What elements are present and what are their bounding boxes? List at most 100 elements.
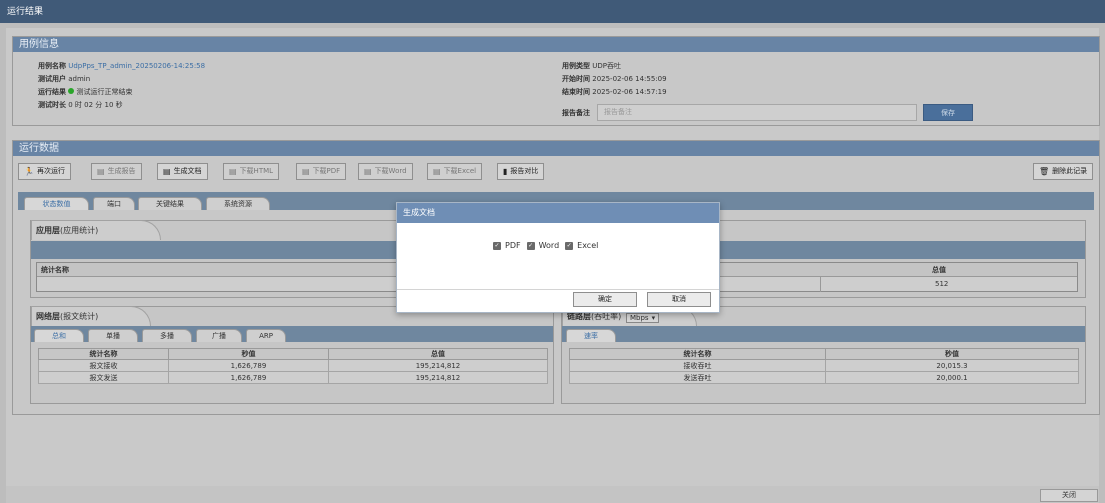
download-pdf-button[interactable]: ▤ 下载PDF xyxy=(296,163,347,180)
link-row-name: 接收吞吐 xyxy=(569,359,826,372)
checkbox-checked-icon: ✓ xyxy=(565,241,574,250)
tab-ports[interactable]: 端口 xyxy=(93,197,135,210)
net-row-name: 报文发送 xyxy=(38,371,169,384)
tab-link-rate[interactable]: 速率 xyxy=(566,329,616,342)
gen-report-button[interactable]: ▤ 生成报告 xyxy=(91,163,142,180)
net-col-name: 统计名称 xyxy=(38,348,169,360)
test-user-label: 测试用户 xyxy=(38,75,66,83)
download-excel-button[interactable]: ▤ 下载Excel xyxy=(427,163,483,180)
end-time-label: 结束时间 xyxy=(562,88,590,96)
case-info-header: 用例信息 xyxy=(13,37,1099,52)
delete-record-label: 删除此记录 xyxy=(1052,167,1088,175)
unit-select[interactable]: Mbps ▾ xyxy=(626,313,660,323)
case-type-value: UDP吞吐 xyxy=(592,62,621,70)
net-row-per-second: 1,626,789 xyxy=(168,371,329,384)
format-options: ✓ PDF ✓ Word ✓ Excel xyxy=(493,241,604,250)
remark-input[interactable]: 报告备注 xyxy=(597,104,917,121)
bar-chart-icon: ▮ xyxy=(503,167,508,176)
link-layer-title-text: 链路层 xyxy=(567,312,591,321)
app-total-value: 512 xyxy=(935,280,949,288)
link-col-name: 统计名称 xyxy=(569,348,826,360)
gen-doc-label: 生成文档 xyxy=(173,167,202,175)
ok-button[interactable]: 确定 xyxy=(573,292,637,307)
pdf-icon: ▤ xyxy=(302,167,310,176)
net-row-name: 报文接收 xyxy=(38,359,169,372)
tab-system-resources[interactable]: 系统资源 xyxy=(206,197,270,210)
app-layer-title: 应用层(应用统计) xyxy=(31,220,161,240)
start-time-label: 开始时间 xyxy=(562,75,590,83)
app-col-name: 统计名称 xyxy=(41,266,69,274)
app-layer-subtitle: (应用统计) xyxy=(60,226,99,235)
app-col-total: 总值 xyxy=(932,266,946,274)
compare-report-button[interactable]: ▮ 报告对比 xyxy=(497,163,545,180)
link-row-per-second: 20,015.3 xyxy=(825,359,1079,372)
end-time-value: 2025-02-06 14:57:19 xyxy=(592,88,667,96)
net-row-per-second: 1,626,789 xyxy=(168,359,329,372)
case-name-label: 用例名称 xyxy=(38,62,66,70)
word-checkbox[interactable]: ✓ Word xyxy=(526,241,560,250)
excel-icon: ▤ xyxy=(433,167,441,176)
tab-key-results[interactable]: 关键结果 xyxy=(138,197,202,210)
app-layer-title-text: 应用层 xyxy=(36,226,60,235)
table-row: 报文接收 1,626,789 195,214,812 xyxy=(38,359,548,372)
network-layer-title: 网络层(报文统计) xyxy=(31,306,151,326)
tab-status-values[interactable]: 状态数值 xyxy=(24,197,89,210)
tab-net-unicast[interactable]: 单播 xyxy=(88,329,138,342)
rerun-button[interactable]: 🏃 再次运行 xyxy=(18,163,71,180)
compare-report-label: 报告对比 xyxy=(510,167,539,175)
link-row-name: 发送吞吐 xyxy=(569,371,826,384)
excel-label: Excel xyxy=(577,241,599,250)
rerun-label: 再次运行 xyxy=(36,167,65,175)
delete-record-button[interactable]: 🗑 删除此记录 xyxy=(1033,163,1094,180)
generate-document-dialog: 生成文档 ✓ PDF ✓ Word ✓ Excel 确定 取消 xyxy=(396,202,720,313)
link-table: 统计名称 秒值 接收吞吐 20,015.3 发送吞吐 20,000.1 xyxy=(569,348,1079,384)
dialog-title: 生成文档 xyxy=(397,203,719,223)
duration-value: 0 时 02 分 10 秒 xyxy=(68,101,123,109)
chevron-down-icon: ▾ xyxy=(651,314,656,322)
save-button[interactable]: 保存 xyxy=(923,104,973,121)
gen-doc-button[interactable]: ▤ 生成文档 xyxy=(157,163,208,180)
table-row: 接收吞吐 20,015.3 xyxy=(569,359,1079,372)
network-layer-title-text: 网络层 xyxy=(36,312,60,321)
tab-net-total[interactable]: 总和 xyxy=(34,329,84,342)
word-label: Word xyxy=(538,241,560,250)
net-row-total: 195,214,812 xyxy=(328,359,548,372)
net-col-per-second: 秒值 xyxy=(168,348,329,360)
report-icon: ▤ xyxy=(97,167,105,176)
test-user-value: admin xyxy=(68,75,91,83)
trash-icon: 🗑 xyxy=(1039,167,1050,176)
case-type-label: 用例类型 xyxy=(562,62,590,70)
start-time-value: 2025-02-06 14:55:09 xyxy=(592,75,667,83)
doc-icon: ▤ xyxy=(163,167,171,176)
network-table: 统计名称 秒值 总值 报文接收 1,626,789 195,214,812 报文… xyxy=(38,348,548,384)
link-col-per-second: 秒值 xyxy=(825,348,1079,360)
tab-net-broadcast[interactable]: 广播 xyxy=(196,329,242,342)
cancel-button[interactable]: 取消 xyxy=(647,292,711,307)
link-layer-subtitle: (吞吐率) xyxy=(591,312,622,321)
checkbox-checked-icon: ✓ xyxy=(526,241,535,250)
table-row: 发送吞吐 20,000.1 xyxy=(569,371,1079,384)
pdf-checkbox[interactable]: ✓ PDF xyxy=(493,241,521,250)
run-result-label: 运行结果 xyxy=(38,88,66,96)
tab-net-arp[interactable]: ARP xyxy=(246,329,286,342)
close-button[interactable]: 关闭 xyxy=(1040,489,1098,502)
run-icon: 🏃 xyxy=(24,167,34,176)
case-info-left: 用例名称 UdpPps_TP_admin_20250206-14:25:58 测… xyxy=(38,60,205,112)
download-word-button[interactable]: ▤ 下载Word xyxy=(358,163,413,180)
download-pdf-label: 下载PDF xyxy=(312,167,341,175)
gen-report-label: 生成报告 xyxy=(107,167,136,175)
html-icon: ▤ xyxy=(229,167,237,176)
window-title: 运行结果 xyxy=(0,0,1105,23)
network-layer-subtitle: (报文统计) xyxy=(60,312,99,321)
excel-checkbox[interactable]: ✓ Excel xyxy=(565,241,598,250)
link-tabs-bar xyxy=(562,326,1085,342)
case-name-value: UdpPps_TP_admin_20250206-14:25:58 xyxy=(68,62,206,70)
net-col-total: 总值 xyxy=(328,348,548,360)
unit-select-value: Mbps xyxy=(630,314,649,322)
download-html-label: 下载HTML xyxy=(239,167,274,175)
run-data-header: 运行数据 xyxy=(13,141,1099,156)
tab-net-multicast[interactable]: 多播 xyxy=(142,329,192,342)
download-word-label: 下载Word xyxy=(374,167,407,175)
pdf-label: PDF xyxy=(505,241,521,250)
download-html-button[interactable]: ▤ 下载HTML xyxy=(223,163,280,180)
